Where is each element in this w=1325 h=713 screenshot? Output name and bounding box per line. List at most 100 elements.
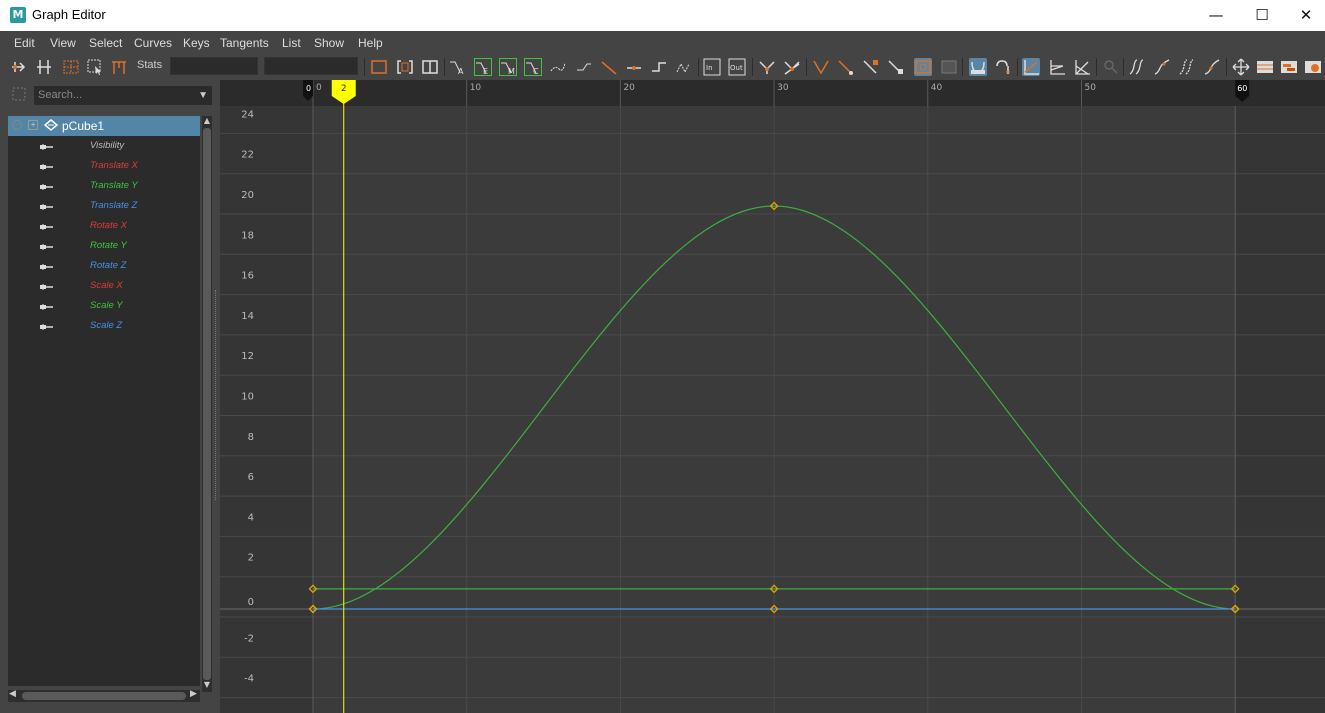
menu-list[interactable]: List [282, 36, 301, 50]
free-tangent-weight-icon[interactable] [812, 58, 830, 76]
menu-help[interactable]: Help [358, 36, 383, 50]
search-placeholder: Search... [38, 89, 83, 101]
channel-label: Scale Z [90, 320, 123, 331]
scroll-up-icon[interactable]: ▲ [202, 116, 212, 126]
list-item[interactable]: Rotate Z [8, 256, 200, 276]
scroll-down-icon[interactable]: ▼ [202, 680, 212, 690]
lock-tangent-weight-icon[interactable] [837, 58, 855, 76]
channel-label: Translate Y [90, 180, 138, 191]
non-weighted-tangents-icon[interactable] [887, 58, 905, 76]
chevron-down-icon[interactable]: ▼ [198, 90, 208, 101]
spline-tangent-icon[interactable]: E [474, 58, 492, 76]
buffer-curve-icon[interactable] [994, 58, 1012, 76]
horizontal-scrollbar[interactable] [8, 690, 200, 702]
list-item[interactable]: Scale Y [8, 296, 200, 316]
region-tool-icon[interactable] [86, 58, 104, 76]
insert-key-tool-icon[interactable] [35, 58, 53, 76]
frame-all-icon[interactable] [370, 58, 388, 76]
menu-view[interactable]: View [50, 36, 76, 50]
stats-field-1[interactable] [170, 57, 258, 75]
value-snap-icon[interactable] [940, 58, 958, 76]
list-item-root[interactable]: − + pCube1 [8, 116, 200, 136]
simplify-curve-icon[interactable] [1128, 58, 1146, 76]
flat-tangent-icon[interactable] [575, 58, 593, 76]
menu-edit[interactable]: Edit [14, 36, 35, 50]
denormalize-curves-icon[interactable] [1048, 58, 1066, 76]
y-tick-label: 12 [241, 351, 254, 362]
menu-curves[interactable]: Curves [134, 36, 172, 50]
maximize-button[interactable]: ☐ [1239, 0, 1285, 31]
stepped-tangent-icon[interactable] [549, 58, 567, 76]
list-item[interactable]: Scale X [8, 276, 200, 296]
y-tick-label: 22 [241, 150, 254, 161]
infinity-icon[interactable] [969, 58, 987, 76]
plateau-icon[interactable] [675, 58, 693, 76]
filter-icon[interactable] [11, 86, 27, 102]
close-button[interactable]: ✕ [1283, 0, 1325, 31]
clamped-tangent-icon[interactable]: C [524, 58, 542, 76]
channel-label: Translate X [90, 160, 138, 171]
retime-tool-icon[interactable] [110, 58, 128, 76]
time-editor-icon[interactable] [1304, 58, 1322, 76]
vertical-scrollbar[interactable] [202, 116, 212, 692]
y-tick-label: 20 [241, 190, 254, 201]
scroll-right-icon[interactable]: ▶ [190, 689, 197, 699]
time-snap-icon[interactable] [914, 58, 932, 76]
list-item[interactable]: Translate X [8, 156, 200, 176]
pre-range-shade [220, 106, 313, 713]
list-item[interactable]: Rotate X [8, 216, 200, 236]
list-item[interactable]: Translate Z [8, 196, 200, 216]
channel-label: Rotate X [90, 220, 127, 231]
collapse-icon[interactable]: − [12, 120, 22, 130]
step-icon[interactable] [650, 58, 668, 76]
menu-select[interactable]: Select [89, 36, 122, 50]
search-input[interactable]: Search... ▼ [34, 86, 212, 105]
channel-plug-icon [40, 302, 54, 310]
menu-show[interactable]: Show [314, 36, 344, 50]
linear-tangent-icon[interactable]: M [499, 58, 517, 76]
out-tangent-icon[interactable]: Out [728, 58, 746, 76]
scroll-left-icon[interactable]: ◀ [9, 689, 16, 699]
panel-splitter[interactable] [215, 290, 218, 500]
expand-icon[interactable]: + [28, 120, 38, 130]
linear-icon[interactable] [600, 58, 618, 76]
flat-icon[interactable] [625, 58, 643, 76]
channel-label: Translate Z [90, 200, 138, 211]
list-item[interactable]: Translate Y [8, 176, 200, 196]
svg-text:M: M [508, 67, 515, 76]
weighted-tangents-icon[interactable] [862, 58, 880, 76]
euler-filter-icon[interactable] [1178, 58, 1196, 76]
isolate-curve-icon[interactable] [1101, 58, 1119, 76]
menu-keys[interactable]: Keys [183, 36, 210, 50]
y-tick-label: -4 [244, 674, 254, 685]
list-item[interactable]: Scale Z [8, 316, 200, 336]
channel-label: Scale Y [90, 300, 123, 311]
stacked-curves-icon[interactable] [1073, 58, 1091, 76]
y-tick-label: 14 [241, 311, 254, 322]
toolbar: Stats A E M C In Out [0, 55, 1325, 79]
smooth-curve-icon[interactable] [1153, 58, 1171, 76]
graph-view[interactable]: 0 10 20 30 40 50 24 22 20 18 16 14 12 10 8 6 4 2 0 -2 -4 0 60 2 [220, 80, 1325, 713]
range-start-label: 0 [306, 84, 311, 93]
minimize-button[interactable]: — [1193, 0, 1239, 31]
stats-field-2[interactable] [264, 57, 358, 75]
frame-playback-range-icon[interactable] [421, 58, 439, 76]
auto-tangent-icon[interactable]: A [449, 58, 467, 76]
frame-selection-icon[interactable] [396, 58, 414, 76]
list-item[interactable]: Visibility [8, 136, 200, 156]
move-view-icon[interactable] [1232, 58, 1250, 76]
y-tick-label: -2 [244, 633, 254, 644]
resample-curve-icon[interactable] [1203, 58, 1221, 76]
ruler-tick-label: 10 [470, 83, 482, 93]
move-key-tool-icon[interactable] [10, 58, 28, 76]
menu-tangents[interactable]: Tangents [220, 36, 269, 50]
normalize-curves-icon[interactable] [1022, 58, 1040, 76]
list-item-label: pCube1 [62, 119, 105, 133]
dope-sheet-icon[interactable] [1256, 58, 1274, 76]
in-tangent-icon[interactable]: In [703, 58, 721, 76]
unify-tangents-icon[interactable] [783, 58, 801, 76]
trax-editor-icon[interactable] [1280, 58, 1298, 76]
lattice-deform-icon[interactable] [62, 58, 80, 76]
break-tangents-icon[interactable] [758, 58, 776, 76]
list-item[interactable]: Rotate Y [8, 236, 200, 256]
